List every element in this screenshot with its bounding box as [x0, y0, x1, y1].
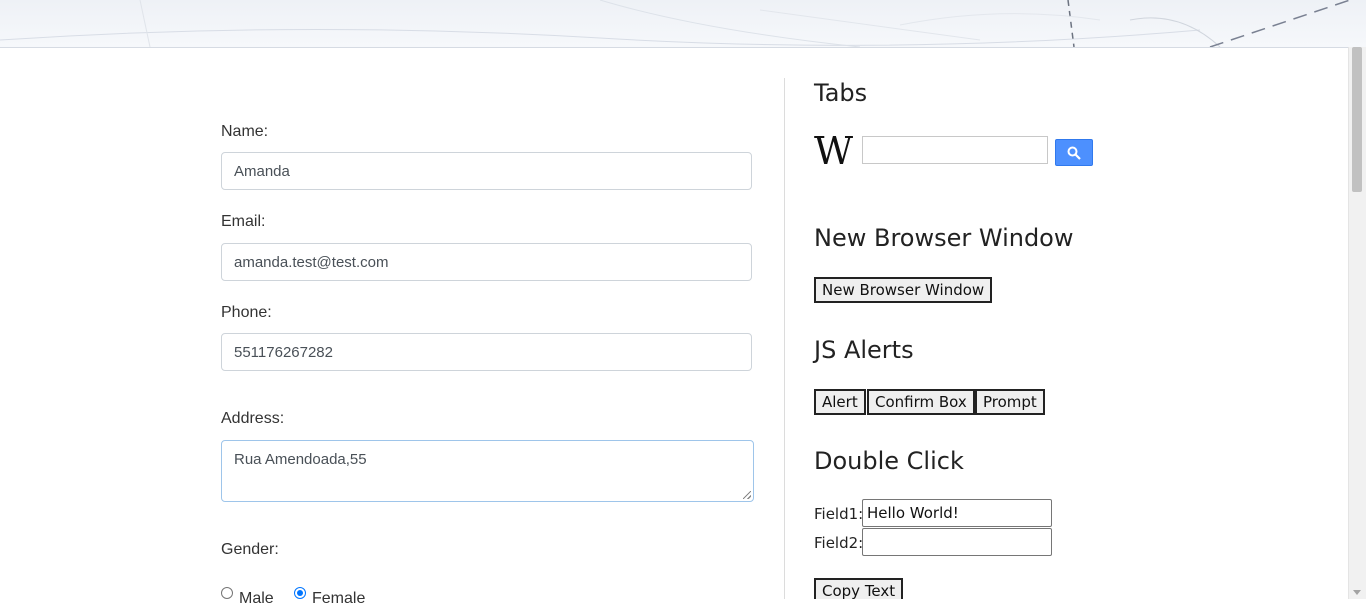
email-label: Email:	[221, 213, 266, 230]
new-browser-window-button[interactable]: New Browser Window	[814, 277, 993, 303]
tabs-heading: Tabs	[814, 79, 868, 107]
alert-button[interactable]: Alert	[814, 389, 866, 415]
gender-female-label: Female	[312, 590, 366, 607]
js-alerts-heading: JS Alerts	[814, 336, 914, 364]
field1-input[interactable]: Hello World!	[862, 499, 1052, 527]
scroll-down-arrow-icon[interactable]	[1353, 590, 1361, 595]
header-banner	[0, 0, 1366, 48]
name-input[interactable]: Amanda	[221, 152, 752, 190]
double-click-heading: Double Click	[814, 447, 964, 475]
address-textarea[interactable]: Rua Amendoada,55	[221, 440, 754, 502]
phone-input[interactable]: 551176267282	[221, 333, 752, 371]
field2-input[interactable]	[862, 528, 1052, 556]
wikipedia-logo-icon: W	[814, 129, 854, 173]
gender-female-radio[interactable]	[294, 587, 306, 599]
search-icon	[1067, 146, 1081, 160]
scrollbar-thumb[interactable]	[1352, 47, 1362, 192]
wikipedia-search-input[interactable]	[862, 136, 1048, 164]
new-browser-window-heading: New Browser Window	[814, 224, 1074, 252]
gender-male-radio[interactable]	[221, 587, 233, 599]
field1-label: Field1:	[814, 505, 864, 523]
address-label: Address:	[221, 410, 285, 427]
column-divider	[784, 78, 785, 599]
address-value: Rua Amendoada,55	[234, 451, 367, 468]
email-input[interactable]: amanda.test@test.com	[221, 243, 752, 281]
copy-text-button[interactable]: Copy Text	[814, 578, 904, 600]
field2-label: Field2:	[814, 534, 864, 552]
banner-decoration	[0, 0, 1351, 47]
resize-grip-icon[interactable]	[743, 491, 751, 499]
wikipedia-search-button[interactable]	[1055, 139, 1093, 166]
gender-male-label: Male	[239, 590, 274, 607]
phone-label: Phone:	[221, 304, 272, 321]
confirm-box-button[interactable]: Confirm Box	[867, 389, 975, 415]
page-scrollbar[interactable]	[1348, 47, 1366, 599]
name-label: Name:	[221, 123, 269, 140]
prompt-button[interactable]: Prompt	[975, 389, 1045, 415]
gender-label: Gender:	[221, 541, 279, 558]
